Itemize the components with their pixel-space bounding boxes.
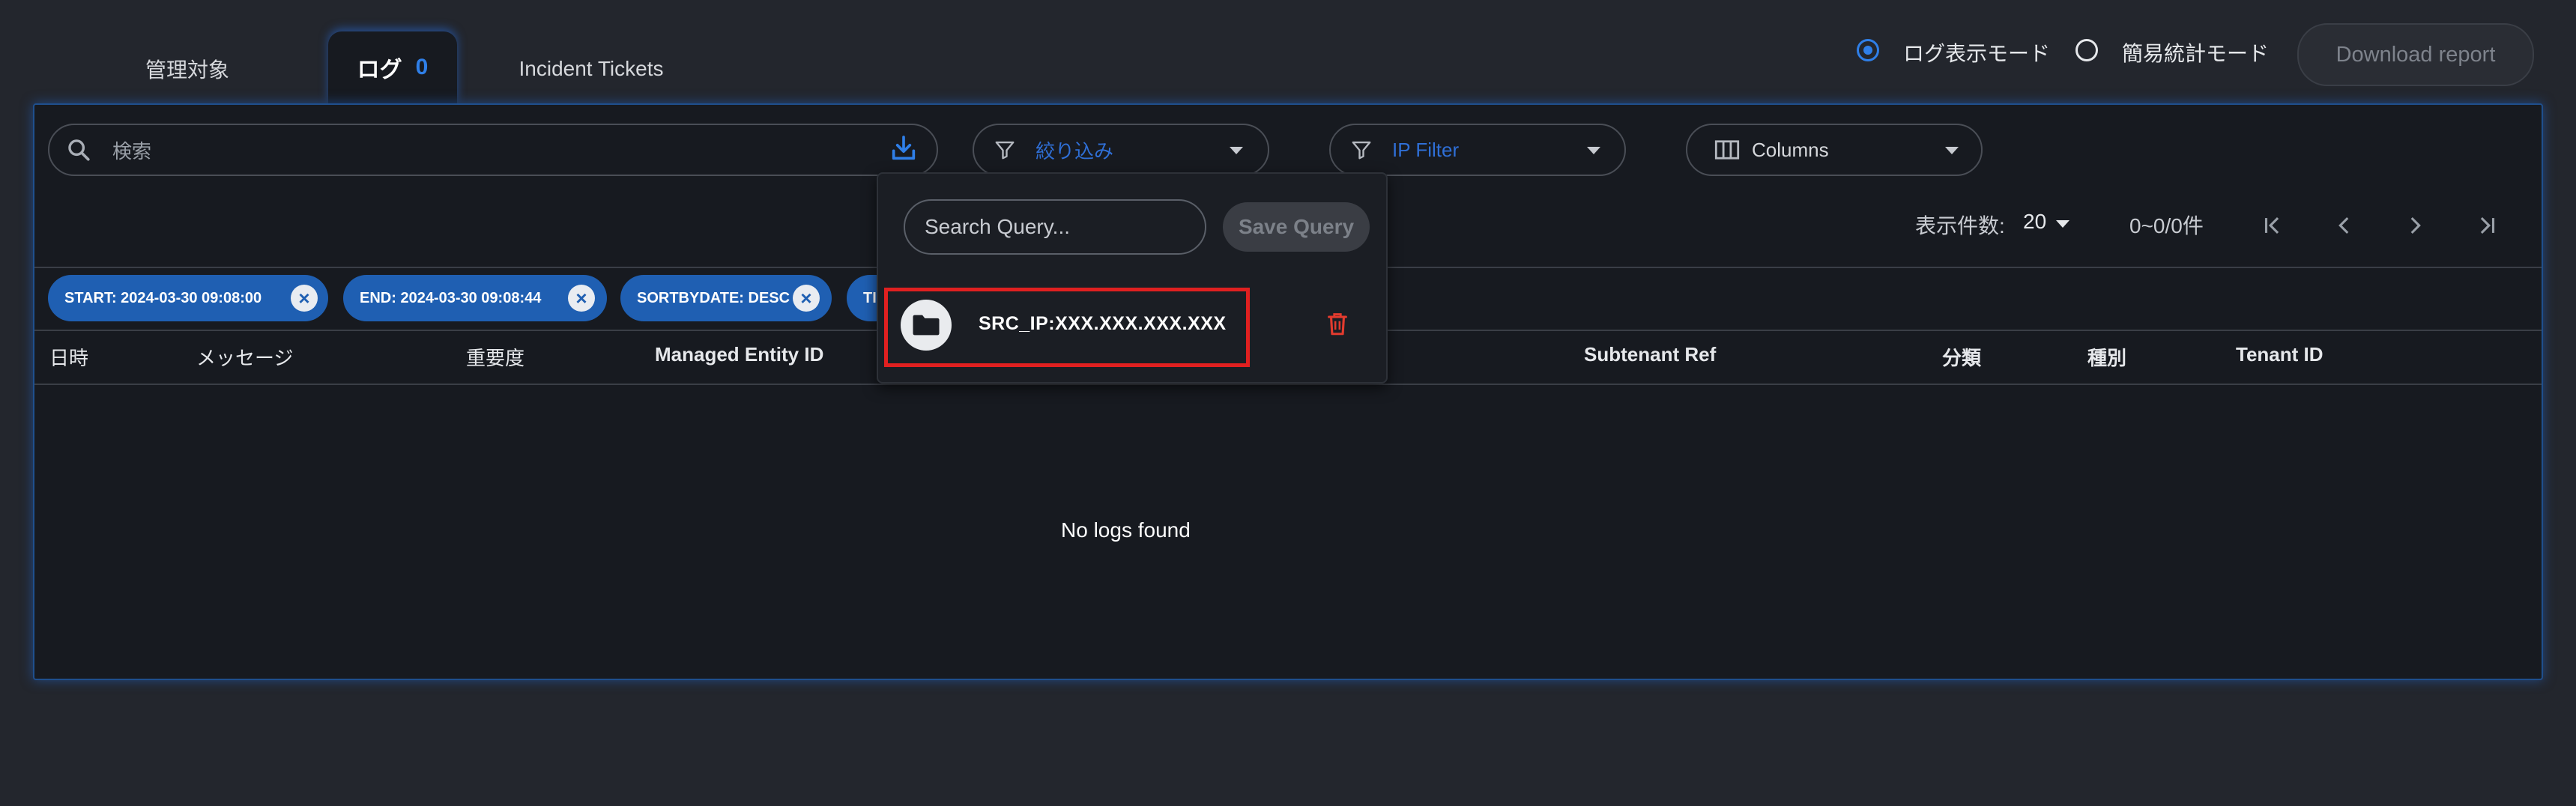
ip-filter-label: IP Filter	[1392, 138, 1460, 161]
save-query-label: Save Query	[1238, 215, 1355, 238]
column-header-severity[interactable]: 重要度	[466, 343, 524, 371]
filter-label: 絞り込み	[1035, 139, 1114, 163]
tab-count-badge: 0	[415, 55, 429, 79]
ip-filter-select[interactable]: IP Filter	[1329, 124, 1626, 176]
funnel-icon	[995, 141, 1015, 160]
column-header-message[interactable]: メッセージ	[196, 343, 293, 371]
download-query-icon[interactable]	[889, 133, 919, 163]
first-page-icon[interactable]	[2260, 213, 2285, 238]
rows-per-page-select[interactable]: 20	[2023, 210, 2046, 234]
column-header-tenant-id[interactable]: Tenant ID	[2236, 343, 2323, 366]
filter-select[interactable]: 絞り込み	[973, 124, 1269, 176]
close-icon[interactable]: ×	[568, 285, 595, 312]
tab-label: 管理対象	[145, 58, 229, 82]
chevron-down-icon	[1230, 147, 1243, 154]
filter-chip-sort[interactable]: SORTBYDATE: DESC ×	[620, 275, 832, 321]
query-search-placeholder: Search Query...	[925, 215, 1071, 238]
filter-chip-start[interactable]: START: 2024-03-30 09:08:00 ×	[48, 275, 328, 321]
prev-page-icon[interactable]	[2332, 213, 2357, 238]
columns-icon	[1714, 140, 1740, 160]
filter-chip-end[interactable]: END: 2024-03-30 09:08:44 ×	[343, 275, 607, 321]
column-header-category[interactable]: 分類	[1942, 343, 1981, 371]
chevron-down-icon	[1587, 147, 1600, 154]
divider	[34, 384, 2542, 385]
chevron-down-icon	[1945, 147, 1959, 154]
rows-per-page-label: 表示件数:	[1915, 214, 2005, 237]
close-icon[interactable]: ×	[291, 285, 318, 312]
funnel-icon	[1352, 141, 1371, 160]
folder-icon	[901, 300, 952, 351]
last-page-icon[interactable]	[2474, 213, 2500, 238]
empty-state-message: No logs found	[1061, 518, 1191, 542]
chevron-down-icon	[2056, 220, 2069, 228]
tab-label: ログ	[357, 58, 402, 82]
search-placeholder: 検索	[112, 139, 152, 163]
page-range: 0~0/0件	[2129, 214, 2204, 237]
column-header-datetime[interactable]: 日時	[49, 343, 88, 371]
stats-mode-radio[interactable]	[2075, 39, 2098, 61]
tab-incident-tickets[interactable]: Incident Tickets	[504, 33, 679, 105]
stats-mode-label: 簡易統計モード	[2122, 42, 2270, 65]
close-icon[interactable]: ×	[793, 285, 820, 312]
tab-logs[interactable]: ログ 0	[328, 31, 457, 103]
column-header-type[interactable]: 種別	[2087, 343, 2126, 371]
chip-label: TI	[863, 289, 877, 306]
log-mode-radio[interactable]	[1857, 39, 1879, 61]
chip-label: START: 2024-03-30 09:08:00	[64, 289, 262, 306]
saved-query-text: SRC_IP:XXX.XXX.XXX.XXX	[979, 313, 1227, 334]
column-header-subtenant-ref[interactable]: Subtenant Ref	[1584, 343, 1716, 366]
save-query-button[interactable]: Save Query	[1223, 202, 1370, 252]
search-input[interactable]: 検索	[48, 124, 938, 176]
log-mode-label: ログ表示モード	[1903, 42, 2051, 65]
saved-query-item[interactable]: SRC_IP:XXX.XXX.XXX.XXX	[878, 285, 1388, 367]
saved-query-dropdown: Search Query... Save Query SRC_IP:XXX.XX…	[877, 172, 1388, 384]
chip-label: END: 2024-03-30 09:08:44	[360, 289, 542, 306]
delete-icon[interactable]	[1325, 310, 1350, 339]
tab-label: Incident Tickets	[518, 57, 664, 80]
download-report-label: Download report	[2335, 42, 2496, 67]
chip-label: SORTBYDATE: DESC	[637, 289, 790, 306]
download-report-button[interactable]: Download report	[2297, 23, 2534, 86]
next-page-icon[interactable]	[2402, 213, 2428, 238]
query-search-input[interactable]: Search Query...	[904, 199, 1206, 255]
search-icon	[68, 139, 90, 161]
column-header-managed-entity-id[interactable]: Managed Entity ID	[655, 343, 823, 366]
tab-managed-objects[interactable]: 管理対象	[120, 33, 255, 105]
columns-label: Columns	[1752, 138, 1829, 161]
columns-select[interactable]: Columns	[1686, 124, 1983, 176]
